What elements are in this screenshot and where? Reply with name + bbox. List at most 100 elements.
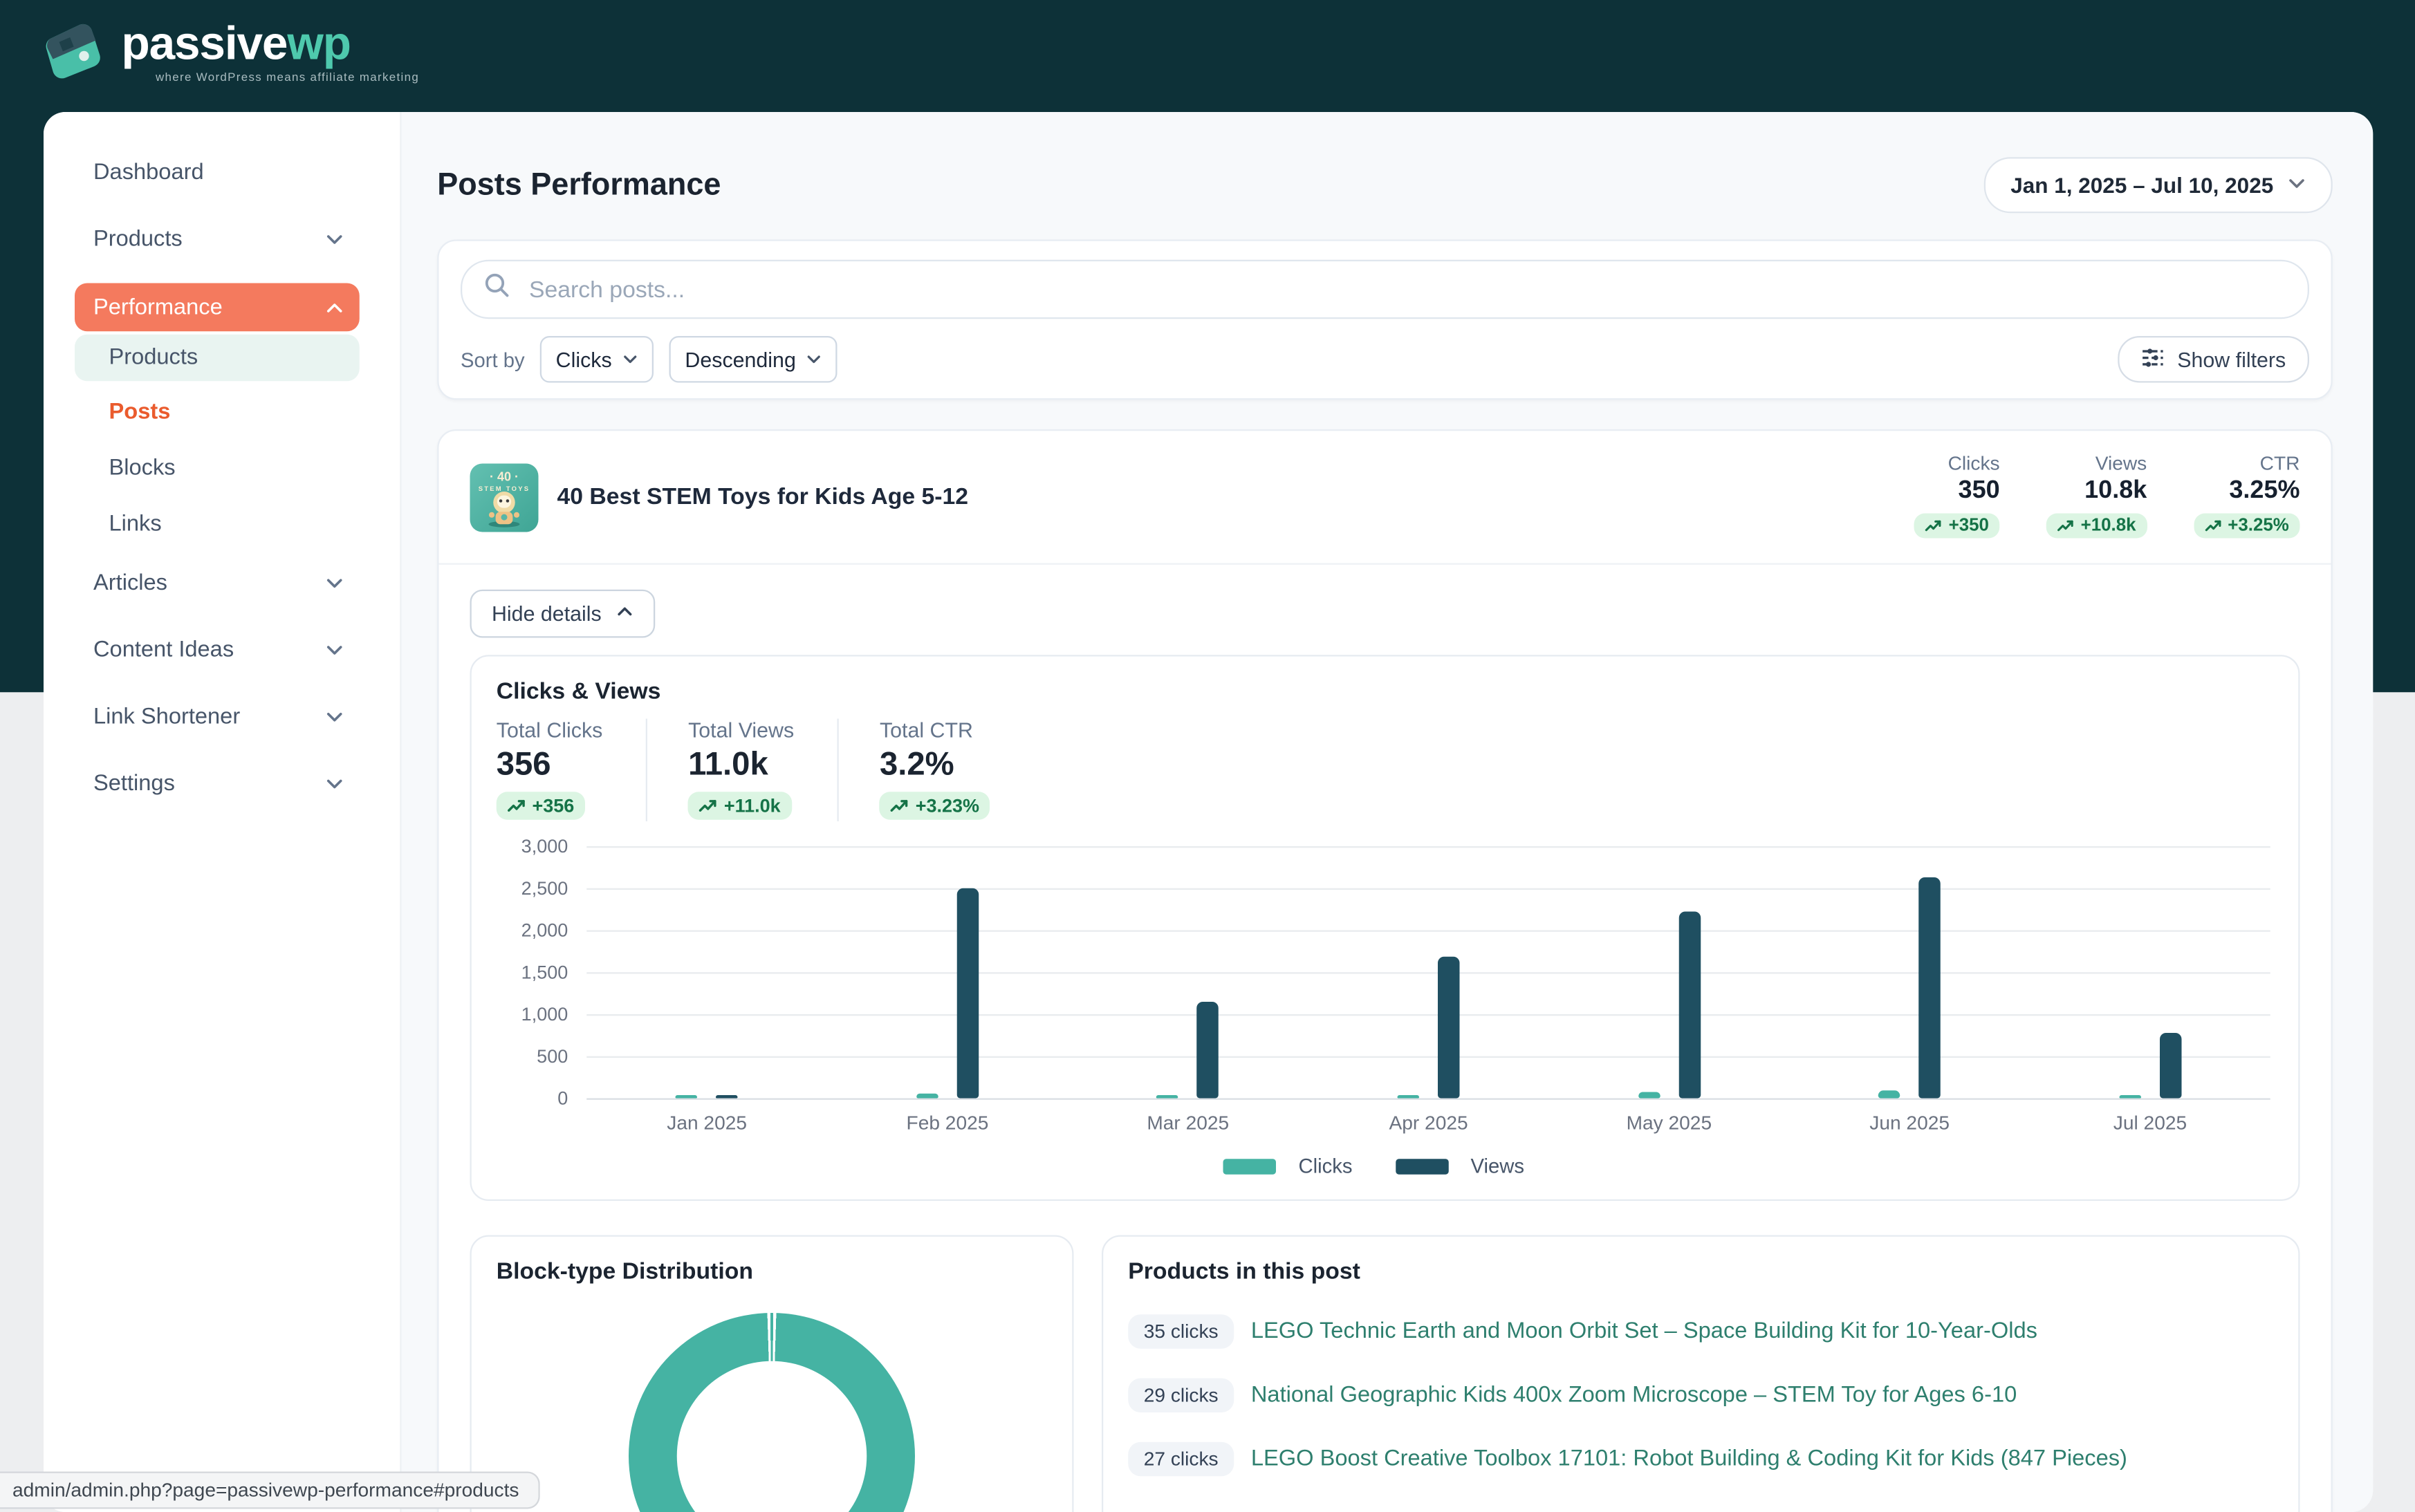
- sidebar-subitem-links[interactable]: Links: [75, 501, 360, 548]
- delta-badge: +356: [497, 792, 585, 820]
- views-bar: [1678, 911, 1701, 1099]
- x-tick: Jul 2025: [2030, 1112, 2270, 1135]
- sort-direction-value: Descending: [685, 348, 795, 371]
- brand-tagline: where WordPress means affiliate marketin…: [156, 69, 419, 83]
- date-range-picker[interactable]: Jan 1, 2025 – Jul 10, 2025: [1984, 157, 2333, 213]
- search-box[interactable]: [461, 260, 2309, 319]
- sidebar-item-label: Articles: [93, 571, 325, 596]
- x-tick: Mar 2025: [1068, 1112, 1308, 1135]
- block-distribution-card: Block-type Distribution: [470, 1235, 1074, 1512]
- show-filters-button[interactable]: Show filters: [2118, 336, 2309, 383]
- y-tick: 500: [537, 1045, 568, 1067]
- sidebar-item-label: Settings: [93, 772, 325, 796]
- bar-group-jan: [586, 846, 827, 1099]
- chevron-down-icon: [622, 348, 638, 371]
- clicks-legend-label: Clicks: [1298, 1155, 1352, 1178]
- sidebar-subitem-posts[interactable]: Posts: [75, 389, 360, 436]
- sort-field-select[interactable]: Clicks: [540, 336, 654, 383]
- clicks-bar: [1638, 1092, 1660, 1098]
- chevron-down-icon: [807, 348, 823, 371]
- views-bar: [2159, 1033, 2181, 1099]
- sort-direction-select[interactable]: Descending: [669, 336, 838, 383]
- stat-views: Views 10.8k +10.8k: [2046, 453, 2147, 541]
- sidebar-subitem-products[interactable]: Products: [75, 335, 360, 382]
- y-tick: 2,000: [521, 920, 568, 942]
- chevron-down-icon: [325, 641, 344, 660]
- chevron-up-icon: [616, 602, 633, 626]
- views-legend-swatch: [1396, 1158, 1449, 1174]
- y-tick: 0: [557, 1088, 568, 1110]
- product-link[interactable]: LEGO Technic Earth and Moon Orbit Set – …: [1251, 1319, 2037, 1344]
- sidebar-item-articles[interactable]: Articles: [75, 560, 360, 607]
- y-tick: 3,000: [521, 835, 568, 857]
- brand-name-accent: wp: [287, 18, 351, 69]
- search-input[interactable]: [526, 274, 2286, 304]
- stat-ctr: CTR 3.25% +3.25%: [2194, 453, 2300, 541]
- bar-group-mar: [1068, 846, 1308, 1099]
- sidebar-item-label: Dashboard: [93, 160, 360, 185]
- sidebar-item-label: Products: [93, 227, 325, 252]
- delta-badge: +3.23%: [880, 792, 990, 820]
- clicks-bar: [676, 1094, 698, 1099]
- sidebar-subitem-label: Links: [109, 512, 162, 536]
- x-tick: Feb 2025: [827, 1112, 1068, 1135]
- total-label: Total CTR: [880, 719, 990, 743]
- sidebar-subitem-label: Blocks: [109, 456, 176, 480]
- brand-name-primary: passive: [122, 18, 288, 69]
- sidebar-item-label: Performance: [93, 295, 325, 319]
- product-link[interactable]: LEGO Boost Creative Toolbox 17101: Robot…: [1251, 1447, 2127, 1472]
- x-tick: Jan 2025: [586, 1112, 827, 1135]
- total-label: Total Clicks: [497, 719, 603, 743]
- sidebar-subitem-label: Products: [109, 346, 198, 371]
- delta-badge: +11.0k: [688, 792, 791, 820]
- sidebar-item-dashboard[interactable]: Dashboard: [75, 149, 360, 196]
- app-panel: Dashboard Products Performance Products …: [44, 112, 2373, 1512]
- total-views: Total Views 11.0k +11.0k: [646, 719, 838, 822]
- donut-chart: [629, 1313, 915, 1512]
- sidebar-item-performance[interactable]: Performance: [75, 283, 360, 332]
- hide-details-button[interactable]: Hide details: [470, 590, 655, 638]
- views-bar: [1438, 956, 1460, 1098]
- sidebar-item-label: Content Ideas: [93, 638, 325, 663]
- delta-value: +350: [1949, 516, 1989, 535]
- total-ctr: Total CTR 3.2% +3.23%: [838, 719, 1034, 822]
- page: passivewp where WordPress means affiliat…: [0, 0, 2415, 1498]
- product-clicks-badge: 27 clicks: [1128, 1442, 1234, 1477]
- chevron-down-icon: [325, 775, 344, 794]
- post-card: · 40 · STEM TOYS 40 Best STEM Toys for K…: [437, 429, 2333, 1512]
- brand-logo[interactable]: passivewp where WordPress means affiliat…: [37, 14, 419, 90]
- stat-label: CTR: [2194, 453, 2300, 475]
- delta-badge: +350: [1914, 514, 2000, 539]
- search-sort-card: Sort by Clicks Descending Show filters: [437, 240, 2333, 400]
- stat-clicks: Clicks 350 +350: [1914, 453, 2000, 541]
- search-icon: [484, 272, 510, 307]
- sidebar-item-products[interactable]: Products: [75, 216, 360, 263]
- x-tick: Jun 2025: [1789, 1112, 2030, 1135]
- sidebar-item-label: Link Shortener: [93, 704, 325, 729]
- clicks-views-panel: Clicks & Views Total Clicks 356 +356 Tot…: [470, 655, 2300, 1201]
- sidebar-item-content-ideas[interactable]: Content Ideas: [75, 627, 360, 674]
- clicks-bar: [916, 1093, 938, 1099]
- sidebar-item-settings[interactable]: Settings: [75, 760, 360, 808]
- product-link[interactable]: National Geographic Kids 400x Zoom Micro…: [1251, 1383, 2017, 1408]
- chart-legend: Clicks Views: [497, 1155, 2274, 1181]
- clicks-bar: [1878, 1090, 1900, 1099]
- sidebar-item-link-shortener[interactable]: Link Shortener: [75, 694, 360, 741]
- clicks-bar: [1398, 1094, 1420, 1099]
- post-thumbnail: · 40 · STEM TOYS: [470, 463, 539, 531]
- page-title: Posts Performance: [437, 167, 721, 203]
- date-range-value: Jan 1, 2025 – Jul 10, 2025: [2010, 173, 2273, 198]
- product-clicks-badge: 35 clicks: [1128, 1314, 1234, 1349]
- stat-value: 350: [1914, 478, 2000, 506]
- totals-row: Total Clicks 356 +356 Total Views 11.0k …: [497, 719, 2274, 822]
- views-bar: [716, 1094, 739, 1099]
- bar-chart: 3,000 2,500 2,000 1,500 1,000 500 0: [497, 846, 2274, 1099]
- post-row[interactable]: · 40 · STEM TOYS 40 Best STEM Toys for K…: [470, 453, 2300, 541]
- delta-value: +356: [533, 795, 575, 817]
- sidebar-subitem-blocks[interactable]: Blocks: [75, 445, 360, 492]
- y-tick: 2,500: [521, 877, 568, 899]
- bar-group-jun: [1789, 846, 2030, 1099]
- bar-group-feb: [827, 846, 1068, 1099]
- delta-value: +10.8k: [2081, 516, 2136, 535]
- stat-label: Clicks: [1914, 453, 2000, 475]
